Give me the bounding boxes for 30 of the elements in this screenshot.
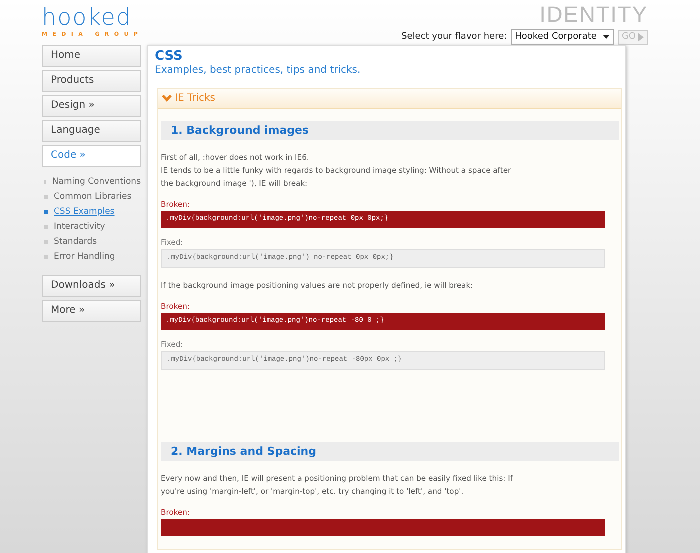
section-heading: 1. Background images: [161, 121, 619, 140]
nav-button[interactable]: Products: [42, 70, 141, 92]
nav-link[interactable]: CSS Examples: [54, 206, 115, 216]
bullet-icon: [44, 194, 48, 198]
nav-link[interactable]: Interactivity: [54, 222, 106, 232]
flavor-label: Select your flavor here:: [402, 32, 508, 42]
nav-button[interactable]: Downloads »: [42, 275, 141, 297]
bullet-icon: [44, 210, 48, 214]
bullet-icon: [44, 254, 48, 258]
nav-button[interactable]: Design »: [42, 95, 141, 117]
nav-link[interactable]: Common Libraries: [54, 192, 132, 202]
nav-button[interactable]: Home: [42, 45, 141, 67]
nav-link[interactable]: Standards: [54, 236, 98, 246]
page-subtitle: Examples, best practices, tips and tricks.: [155, 65, 362, 76]
nav-link[interactable]: Error Handling: [54, 252, 116, 262]
logo-wordmark[interactable]: hooked: [42, 4, 144, 32]
bullet-icon: [44, 180, 46, 184]
caret-icon: [602, 35, 610, 39]
brand-title: IDENTITY: [540, 1, 648, 27]
bullet-icon: [44, 240, 48, 244]
nav-link[interactable]: Naming Conventions: [52, 176, 141, 186]
section-heading: 2. Margins and Spacing: [161, 442, 619, 461]
flavor-dropdown[interactable]: Hooked Corporate: [511, 29, 614, 45]
nav-button[interactable]: More »: [42, 300, 141, 322]
nav-button[interactable]: Language: [42, 120, 141, 142]
chevron-down-icon: [162, 94, 172, 102]
page-title: CSS: [155, 49, 184, 64]
nav-button[interactable]: Code »: [42, 145, 141, 167]
play-icon: [638, 32, 644, 42]
bullet-icon: [44, 224, 48, 228]
